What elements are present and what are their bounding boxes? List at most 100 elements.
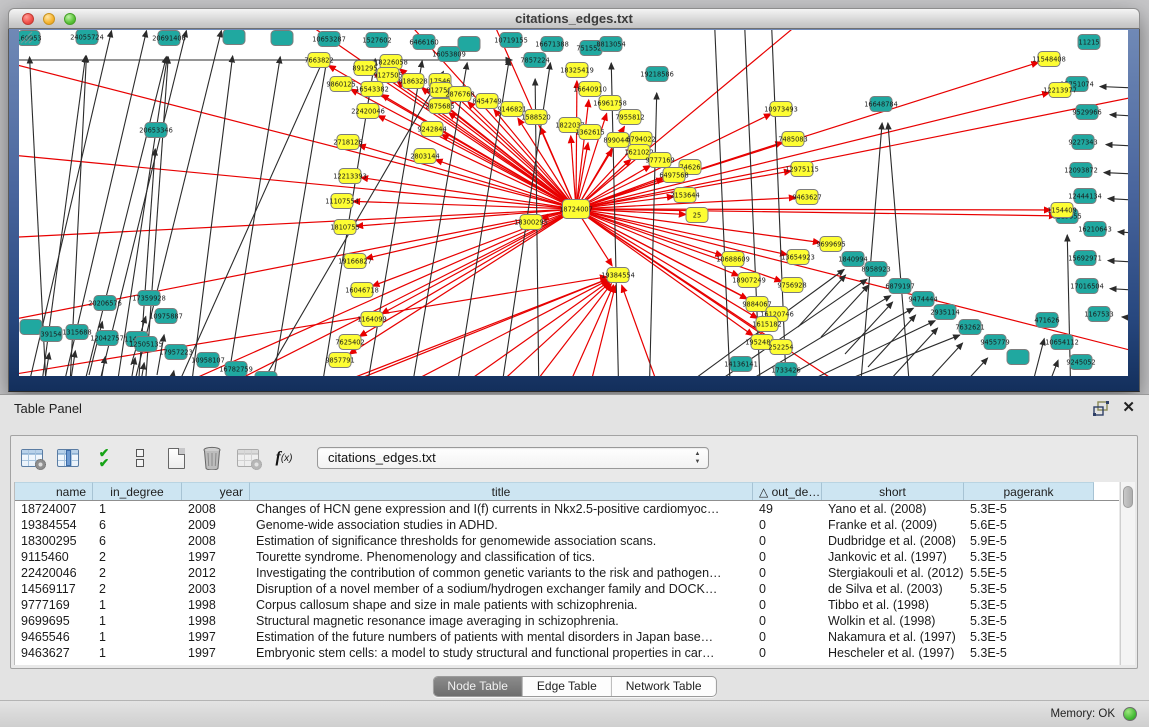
table-cell[interactable]: 5.6E-5 (964, 517, 1094, 533)
table-cell[interactable]: 9777169 (15, 597, 93, 613)
table-cell[interactable]: 5.3E-5 (964, 597, 1094, 613)
table-cell[interactable]: 5.3E-5 (964, 629, 1094, 645)
table-cell[interactable]: 6 (93, 533, 182, 549)
table-cell[interactable]: 1 (93, 597, 182, 613)
window-titlebar[interactable]: citations_edges.txt (8, 8, 1140, 29)
graph-node[interactable] (458, 37, 480, 52)
table-row[interactable]: 946554611997Estimation of the future num… (15, 629, 1119, 645)
table-cell[interactable]: 2003 (182, 581, 250, 597)
table-cell[interactable]: Tibbo et al. (1998) (822, 597, 964, 613)
table-cell[interactable]: 5.3E-5 (964, 581, 1094, 597)
table-cell[interactable]: Stergiakouli et al. (2012) (822, 565, 964, 581)
tab-network-table[interactable]: Network Table (612, 677, 716, 696)
table-row[interactable]: 977716911998Corpus callosum shape and si… (15, 597, 1119, 613)
column-header-name[interactable]: name (15, 482, 93, 500)
table-cell[interactable]: 0 (753, 533, 822, 549)
table-cell[interactable]: 2012 (182, 565, 250, 581)
table-cell[interactable]: 1997 (182, 629, 250, 645)
table-cell[interactable]: 1997 (182, 549, 250, 565)
graph-node[interactable] (1007, 350, 1029, 365)
column-header-year[interactable]: year (182, 482, 250, 500)
table-cell[interactable]: 6 (93, 517, 182, 533)
table-vertical-scrollbar[interactable] (1120, 482, 1135, 665)
table-cell[interactable]: 18724007 (15, 501, 93, 517)
table-cell[interactable]: Corpus callosum shape and size in male p… (250, 597, 753, 613)
table-cell[interactable]: 9465546 (15, 629, 93, 645)
table-cell[interactable]: Yano et al. (2008) (822, 501, 964, 517)
table-cell[interactable]: Changes of HCN gene expression and I(f) … (250, 501, 753, 517)
table-cell[interactable]: Tourette syndrome. Phenomenology and cla… (250, 549, 753, 565)
graph-node[interactable] (271, 31, 293, 46)
table-row[interactable]: 911546021997Tourette syndrome. Phenomeno… (15, 549, 1119, 565)
table-cell[interactable]: 0 (753, 613, 822, 629)
table-row[interactable]: 1938455462009Genome-wide association stu… (15, 517, 1119, 533)
table-cell[interactable]: 9463627 (15, 645, 93, 661)
table-row[interactable]: 1830029562008Estimation of significance … (15, 533, 1119, 549)
table-row[interactable]: 1872400712008Changes of HCN gene express… (15, 501, 1119, 517)
table-cell[interactable]: 1 (93, 645, 182, 661)
table-cell[interactable]: 1 (93, 501, 182, 517)
table-cell[interactable]: 5.3E-5 (964, 613, 1094, 629)
close-panel-icon[interactable]: ✕ (1122, 400, 1135, 416)
network-view[interactable]: 1609532405572420691406106532871527602646… (19, 30, 1128, 376)
column-header-title[interactable]: title (250, 482, 753, 500)
table-cell[interactable]: 0 (753, 597, 822, 613)
memory-status-indicator[interactable] (1123, 707, 1137, 721)
table-settings-icon[interactable] (19, 445, 45, 471)
table-cell[interactable]: 5.3E-5 (964, 645, 1094, 661)
table-cell[interactable]: Wolkin et al. (1998) (822, 613, 964, 629)
table-cell[interactable]: 5.3E-5 (964, 549, 1094, 565)
table-cell[interactable]: 9699695 (15, 613, 93, 629)
table-cell[interactable]: 19384554 (15, 517, 93, 533)
select-columns-icon[interactable]: ✔✔ (91, 445, 117, 471)
table-cell[interactable]: 18300295 (15, 533, 93, 549)
table-selector-dropdown[interactable]: citations_edges.txt ▲▼ (317, 447, 709, 469)
table-cell[interactable]: 5.9E-5 (964, 533, 1094, 549)
table-cell[interactable]: Embryonic stem cells: a model to study s… (250, 645, 753, 661)
table-row[interactable]: 1456911722003Disruption of a novel membe… (15, 581, 1119, 597)
rows-icon[interactable] (127, 445, 153, 471)
graph-node[interactable] (223, 30, 245, 45)
table-row[interactable]: 969969511998Structural magnetic resonanc… (15, 613, 1119, 629)
table-cell[interactable]: 49 (753, 501, 822, 517)
table-cell[interactable]: 1998 (182, 597, 250, 613)
table-row[interactable]: 946362711997Embryonic stem cells: a mode… (15, 645, 1119, 661)
table-cell[interactable]: Disruption of a novel member of a sodium… (250, 581, 753, 597)
column-header-pagerank[interactable]: pagerank (964, 482, 1094, 500)
function-builder-icon[interactable]: f(x) (271, 445, 297, 471)
table-cell[interactable]: 2 (93, 581, 182, 597)
table-column-icon[interactable] (55, 445, 81, 471)
table-cell[interactable]: 0 (753, 549, 822, 565)
table-cell[interactable]: Dudbridge et al. (2008) (822, 533, 964, 549)
table-cell[interactable]: 2009 (182, 517, 250, 533)
table-cell[interactable]: Investigating the contribution of common… (250, 565, 753, 581)
table-cell[interactable]: 2008 (182, 501, 250, 517)
float-panel-icon[interactable] (1093, 401, 1110, 416)
close-window-button[interactable] (22, 13, 34, 25)
table-cell[interactable]: Franke et al. (2009) (822, 517, 964, 533)
table-cell[interactable]: Jankovic et al. (1997) (822, 549, 964, 565)
table-cell[interactable]: 0 (753, 629, 822, 645)
delete-trash-icon[interactable] (199, 445, 225, 471)
table-cell[interactable]: de Silva et al. (2003) (822, 581, 964, 597)
column-header-short[interactable]: short (822, 482, 964, 500)
table-cell[interactable]: 14569117 (15, 581, 93, 597)
table-cell[interactable]: 5.5E-5 (964, 565, 1094, 581)
scrollbar-thumb[interactable] (1123, 486, 1133, 508)
minimize-window-button[interactable] (43, 13, 55, 25)
graph-node[interactable] (20, 320, 42, 335)
table-cell[interactable]: 0 (753, 565, 822, 581)
table-cell[interactable]: 2 (93, 565, 182, 581)
table-cell[interactable]: 2008 (182, 533, 250, 549)
table-cell[interactable]: 2 (93, 549, 182, 565)
table-cell[interactable]: Genome-wide association studies in ADHD. (250, 517, 753, 533)
table-cell[interactable]: 5.3E-5 (964, 501, 1094, 517)
table-cell[interactable]: Estimation of the future numbers of pati… (250, 629, 753, 645)
table-cell[interactable]: 1 (93, 629, 182, 645)
column-header-out_de[interactable]: △ out_de… (753, 482, 822, 500)
table-cell[interactable]: 1998 (182, 613, 250, 629)
zoom-window-button[interactable] (64, 13, 76, 25)
table-cell[interactable]: 0 (753, 581, 822, 597)
table-cell[interactable]: 22420046 (15, 565, 93, 581)
table-cell[interactable]: 0 (753, 517, 822, 533)
